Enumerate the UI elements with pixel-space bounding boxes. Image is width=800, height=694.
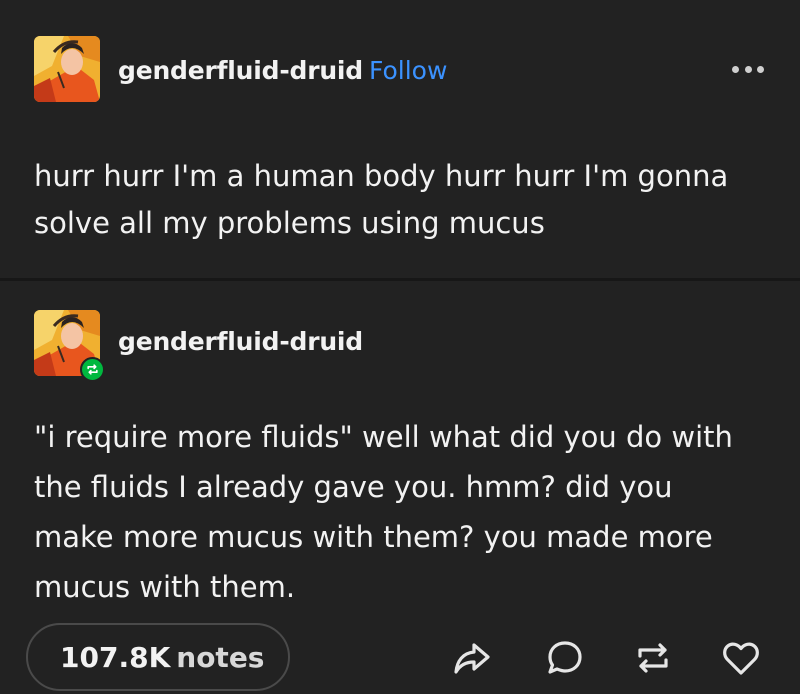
follow-button[interactable]: Follow bbox=[369, 56, 447, 85]
more-horizontal-icon[interactable] bbox=[732, 62, 764, 76]
reblog-badge-icon bbox=[80, 357, 105, 382]
avatar[interactable] bbox=[34, 36, 100, 102]
post-text: hurr hurr I'm a human body hurr hurr I'm… bbox=[34, 159, 729, 240]
share-icon[interactable] bbox=[452, 639, 492, 677]
username[interactable]: genderfluid-druid bbox=[118, 327, 363, 356]
reblog-text: "i require more fluids" well what did yo… bbox=[34, 420, 733, 604]
notes-label: notes bbox=[176, 640, 265, 674]
reblog-post: genderfluid-druid "i require more fluids… bbox=[0, 281, 800, 694]
reblog-icon[interactable] bbox=[633, 639, 673, 677]
username[interactable]: genderfluid-druid bbox=[118, 56, 363, 85]
original-post: genderfluid-druid Follow hurr hurr I'm a… bbox=[0, 0, 800, 278]
heart-icon[interactable] bbox=[721, 639, 761, 677]
reply-icon[interactable] bbox=[545, 639, 585, 677]
notes-button[interactable]: 107.8K notes bbox=[26, 623, 290, 691]
notes-count: 107.8K bbox=[60, 640, 171, 674]
